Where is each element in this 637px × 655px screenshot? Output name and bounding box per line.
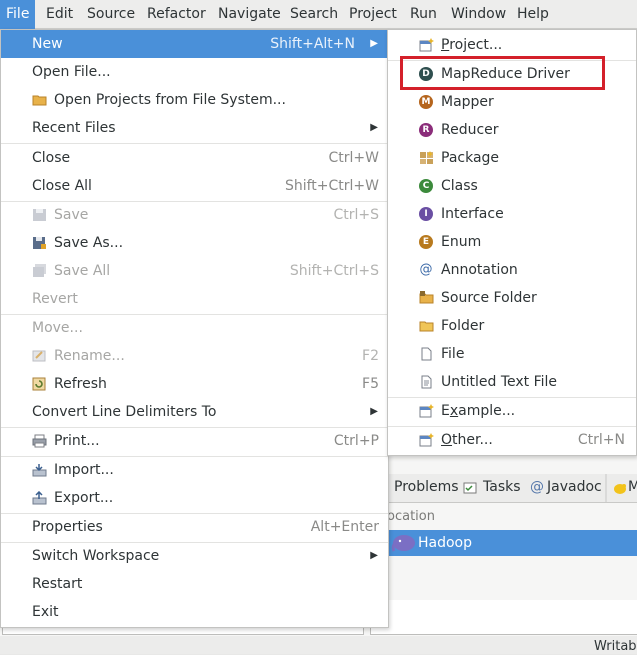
tab-tasks[interactable]: Tasks	[483, 474, 521, 502]
new-file[interactable]: File	[388, 340, 636, 368]
other-wizard-icon	[419, 433, 434, 447]
location-row-hadoop[interactable]: Hadoop	[387, 530, 637, 556]
menu-bar: File Edit Source Refactor Navigate Searc…	[0, 0, 637, 29]
new-enum[interactable]: E Enum	[388, 228, 636, 256]
new-project[interactable]: Project...	[388, 31, 636, 59]
file-refresh[interactable]: Refresh F5	[1, 370, 388, 398]
menu-run[interactable]: Run	[404, 0, 443, 29]
menu-project[interactable]: Project	[343, 0, 403, 29]
new-mapper[interactable]: M Mapper	[388, 88, 636, 116]
new-package[interactable]: Package	[388, 144, 636, 172]
file-import[interactable]: Import...	[1, 456, 388, 484]
menu-edit[interactable]: Edit	[40, 0, 79, 29]
separator-line	[605, 474, 607, 502]
file-save-all[interactable]: Save All Shift+Ctrl+S	[1, 257, 388, 285]
right-panel-edge	[370, 600, 637, 635]
file-convert-line-delimiters[interactable]: Convert Line Delimiters To ▶	[1, 398, 388, 426]
location-column-header: ocation	[387, 505, 637, 529]
import-icon	[32, 464, 47, 477]
file-move[interactable]: Move...	[1, 314, 388, 342]
file-new[interactable]: New Shift+Alt+N ▶	[1, 30, 388, 58]
view-tab-bar: Problems Tasks @ Javadoc M	[387, 474, 637, 503]
new-untitled-text-file[interactable]: Untitled Text File	[388, 368, 636, 396]
new-interface[interactable]: I Interface	[388, 200, 636, 228]
source-folder-icon	[419, 291, 434, 304]
menu-navigate[interactable]: Navigate	[212, 0, 287, 29]
file-exit[interactable]: Exit	[1, 598, 388, 626]
menu-file[interactable]: File	[0, 0, 36, 29]
new-class[interactable]: C Class	[388, 172, 636, 200]
submenu-arrow-icon: ▶	[370, 406, 378, 417]
save-as-icon	[33, 237, 46, 249]
file-properties[interactable]: Properties Alt+Enter	[1, 513, 388, 541]
file-open-projects[interactable]: Open Projects from File System...	[1, 86, 388, 114]
save-all-icon	[33, 264, 46, 277]
file-revert[interactable]: Revert	[1, 285, 388, 313]
file-recent-files[interactable]: Recent Files ▶	[1, 114, 388, 142]
new-example[interactable]: Example...	[388, 397, 636, 425]
file-rename[interactable]: Rename... F2	[1, 342, 388, 370]
folder-icon	[32, 95, 47, 106]
new-other[interactable]: Other... Ctrl+N	[388, 426, 636, 454]
tab-problems[interactable]: Problems	[394, 474, 459, 502]
new-folder[interactable]: Folder	[388, 312, 636, 340]
tab-mapreduce-locations[interactable]: M	[628, 474, 637, 502]
text-file-icon	[421, 375, 432, 389]
javadoc-icon: @	[530, 479, 544, 495]
menu-help[interactable]: Help	[511, 0, 555, 29]
save-icon	[33, 209, 46, 221]
submenu-arrow-icon: ▶	[370, 550, 378, 561]
new-source-folder[interactable]: Source Folder	[388, 284, 636, 312]
new-annotation[interactable]: @ Annotation	[388, 256, 636, 284]
new-project-icon	[419, 38, 434, 52]
file-switch-workspace[interactable]: Switch Workspace ▶	[1, 542, 388, 570]
file-icon	[421, 347, 432, 361]
new-submenu: Project... D MapReduce Driver M Mapper R…	[387, 29, 637, 456]
file-close[interactable]: Close Ctrl+W	[1, 144, 388, 172]
file-open-file[interactable]: Open File...	[1, 58, 388, 86]
refresh-icon	[32, 377, 46, 391]
interface-icon: I	[419, 207, 433, 221]
package-icon	[420, 151, 433, 164]
file-close-all[interactable]: Close All Shift+Ctrl+W	[1, 172, 388, 200]
enum-icon: E	[419, 235, 433, 249]
export-icon	[32, 491, 47, 505]
submenu-arrow-icon: ▶	[370, 38, 378, 49]
new-reducer[interactable]: R Reducer	[388, 116, 636, 144]
file-restart[interactable]: Restart	[1, 570, 388, 598]
tab-javadoc[interactable]: Javadoc	[547, 474, 602, 502]
menu-source[interactable]: Source	[81, 0, 141, 29]
menu-search[interactable]: Search	[284, 0, 344, 29]
file-save[interactable]: Save Ctrl+S	[1, 201, 388, 229]
reducer-icon: R	[419, 123, 433, 137]
submenu-arrow-icon: ▶	[370, 122, 378, 133]
file-save-as[interactable]: Save As...	[1, 229, 388, 257]
file-print[interactable]: Print... Ctrl+P	[1, 427, 388, 455]
file-export[interactable]: Export...	[1, 484, 388, 512]
file-menu: New Shift+Alt+N ▶ Open File... Open Proj…	[0, 29, 389, 628]
mapper-icon: M	[419, 95, 433, 109]
example-icon	[419, 404, 434, 418]
menu-refactor[interactable]: Refactor	[141, 0, 212, 29]
mapreduce-driver-highlight	[400, 56, 605, 90]
printer-icon	[32, 434, 47, 448]
menu-window[interactable]: Window	[445, 0, 512, 29]
rename-icon	[32, 350, 46, 362]
status-bar: Writab	[0, 636, 637, 654]
class-icon: C	[419, 179, 433, 193]
folder-icon	[419, 321, 434, 332]
elephant-icon	[391, 535, 415, 552]
annotation-icon: @	[419, 262, 433, 277]
